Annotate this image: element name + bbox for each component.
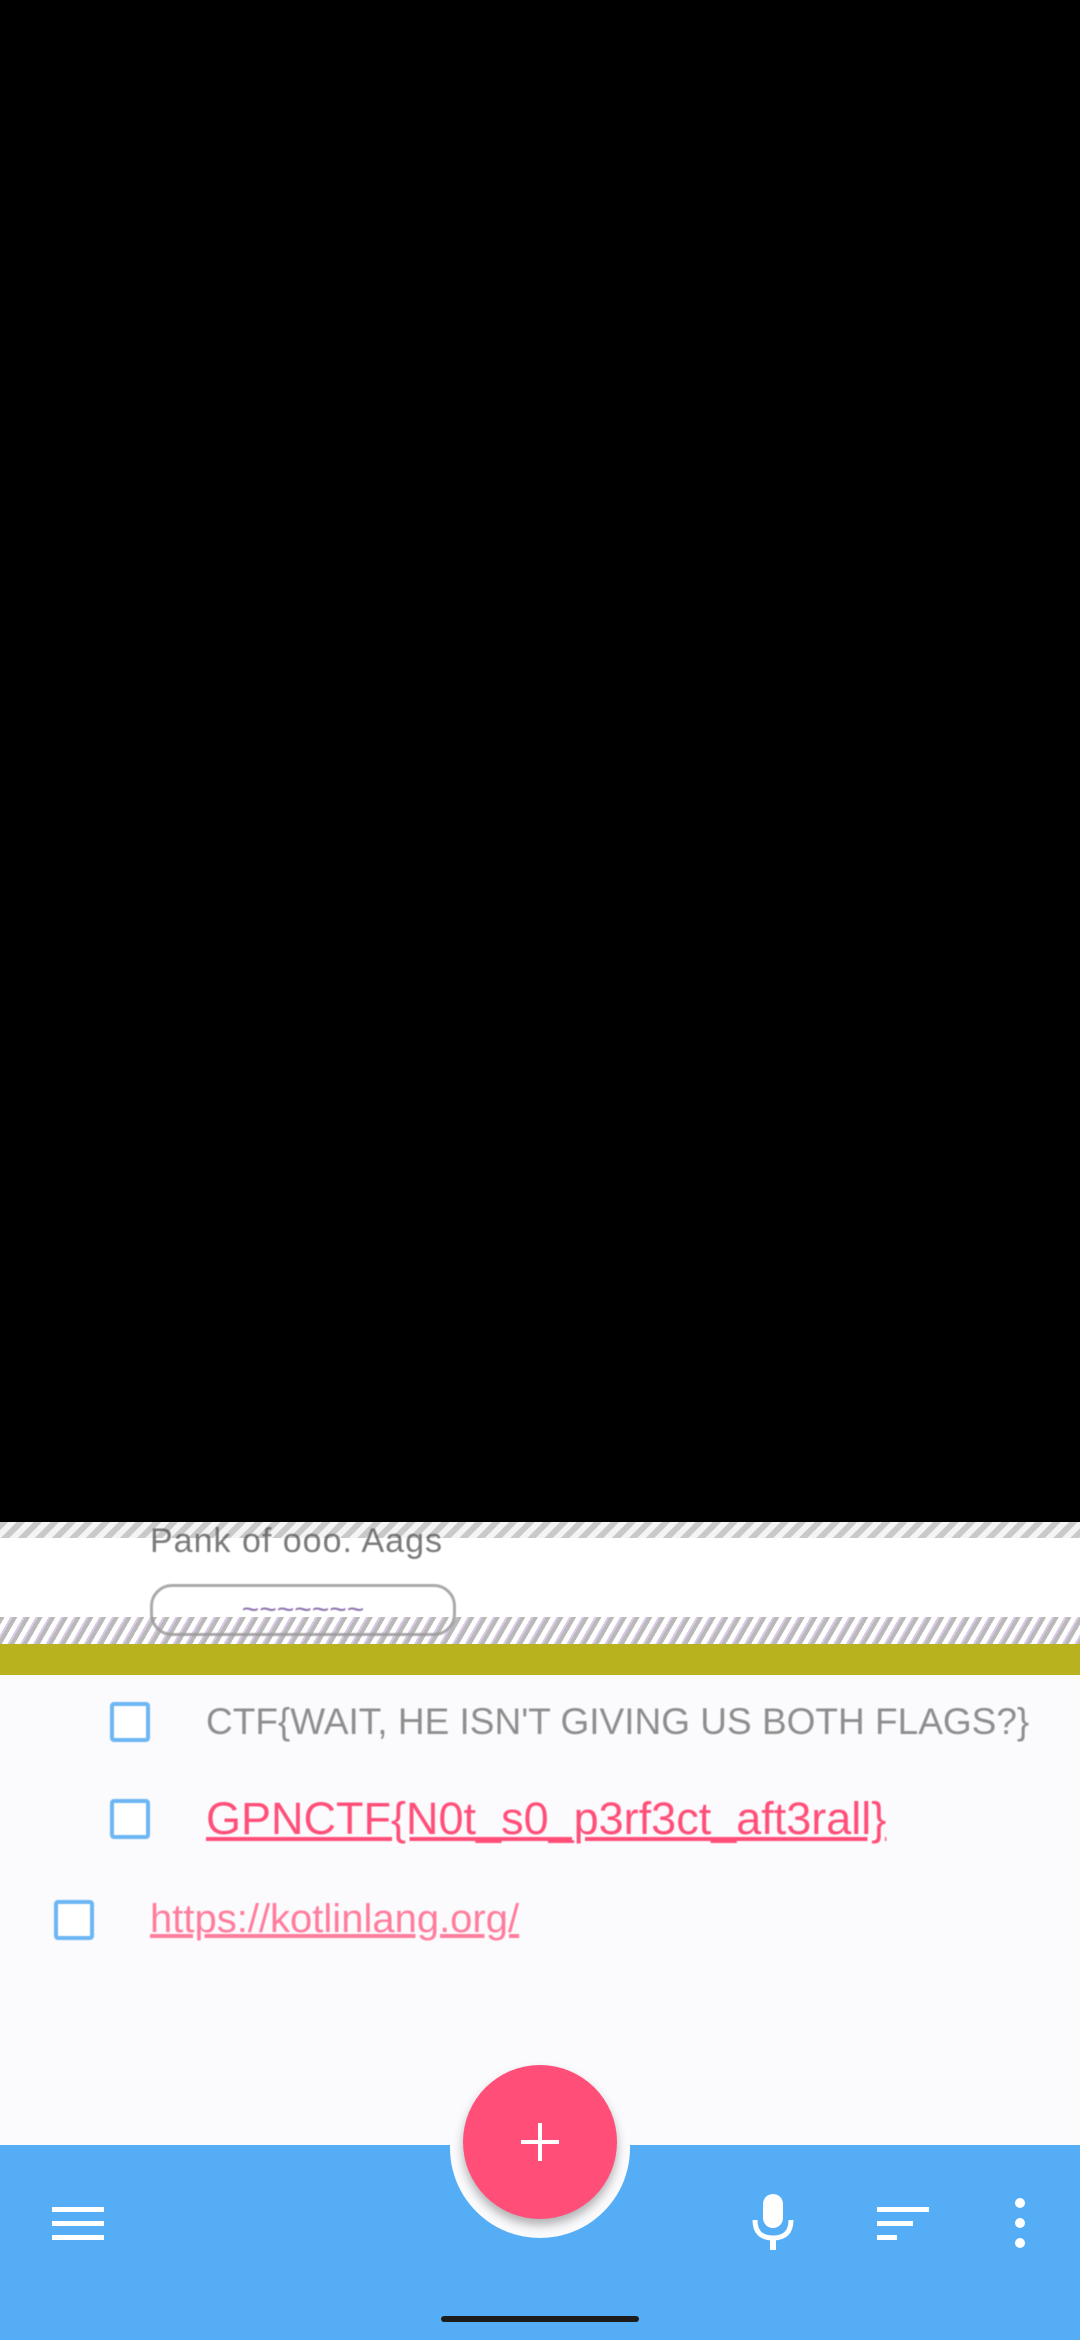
- checkbox[interactable]: [54, 1899, 94, 1940]
- list-item[interactable]: GPNCTF{N0t_s0_p3rf3ct_aft3rall}: [110, 1793, 886, 1845]
- garbled-title: Pank of ooo. Aags: [150, 1522, 443, 1560]
- list-item[interactable]: CTF{WAIT, HE ISN'T GIVING US BOTH FLAGS?…: [110, 1701, 1076, 1743]
- plus-icon: [521, 2123, 559, 2161]
- menu-icon[interactable]: [50, 2195, 106, 2251]
- sort-icon[interactable]: [875, 2195, 931, 2251]
- add-button[interactable]: [463, 2065, 617, 2219]
- glitch-olive-band: [0, 1644, 1080, 1675]
- garbled-button: ~~~~~~~: [150, 1584, 456, 1636]
- list-item-text: CTF{WAIT, HE ISN'T GIVING US BOTH FLAGS?…: [206, 1701, 1030, 1742]
- checkbox[interactable]: [110, 1799, 150, 1839]
- blank-black-area: [0, 0, 1080, 1522]
- mic-icon[interactable]: [745, 2190, 801, 2254]
- list-item-link[interactable]: GPNCTF{N0t_s0_p3rf3ct_aft3rall}: [206, 1793, 886, 1845]
- checkbox[interactable]: [110, 1702, 150, 1742]
- more-vert-icon[interactable]: [1000, 2193, 1040, 2253]
- list-item-link[interactable]: https://kotlinlang.org/: [150, 1897, 519, 1942]
- list-item[interactable]: https://kotlinlang.org/: [54, 1897, 519, 1942]
- home-indicator[interactable]: [441, 2316, 639, 2322]
- glitched-header: Pank of ooo. Aags ~~~~~~~: [0, 1522, 1080, 1675]
